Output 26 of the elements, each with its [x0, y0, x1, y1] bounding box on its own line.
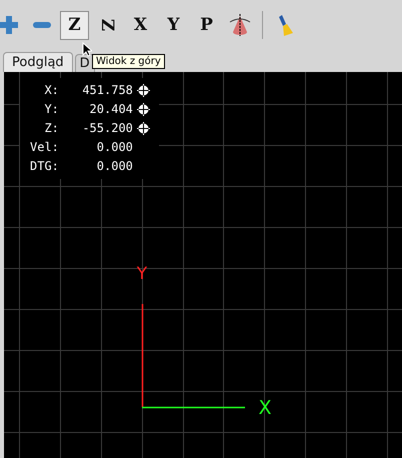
homed-icon: [136, 122, 150, 135]
axis-label: Z:: [43, 120, 59, 137]
axis-label: X: [258, 397, 272, 419]
rotated-view-button[interactable]: Z: [93, 10, 122, 40]
axis-value: -55.200: [81, 120, 133, 137]
axis-label: Y: [136, 264, 148, 284]
cursor-icon: [82, 42, 92, 57]
axis-value: 0.000: [96, 139, 133, 156]
zoom-out-icon: [32, 21, 52, 29]
axis-label: DTG:: [30, 158, 59, 175]
axis-value: 451.758: [81, 82, 133, 99]
zoom-in-icon: [0, 15, 18, 35]
axis-value: 0.000: [96, 158, 133, 175]
tab[interactable]: Podgląd: [3, 52, 73, 72]
view-button[interactable]: X: [126, 10, 155, 40]
tooltip: Widok z góry: [92, 54, 165, 69]
axis-label: Y:: [43, 101, 59, 118]
homed-icon: [136, 103, 150, 116]
perspective-view-button[interactable]: P: [192, 10, 221, 40]
axis-label: Vel:: [30, 139, 59, 156]
axis-label: X:: [43, 82, 59, 99]
homed-icon: [136, 84, 150, 97]
axis-value: 20.404: [88, 101, 133, 118]
cone-icon: [228, 13, 252, 37]
view-button[interactable]: Z: [60, 10, 89, 40]
view-button[interactable]: Y: [159, 10, 188, 40]
